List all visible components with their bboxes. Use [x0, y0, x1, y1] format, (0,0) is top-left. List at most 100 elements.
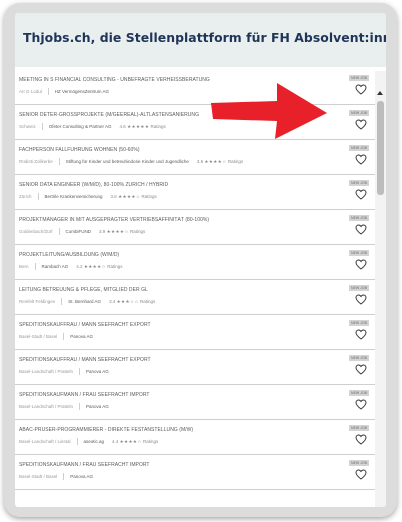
new-job-badge: NEW JOB [349, 285, 369, 291]
separator [37, 193, 39, 200]
job-location: Basel-Stadt / Basel [19, 474, 58, 479]
page-title: Thjobs.ch, die Stellenplattform für FH A… [23, 30, 386, 45]
company-name[interactable]: aseotic.ag [84, 438, 105, 446]
job-title[interactable]: LEITUNG BETREUUNG & PFLEGE, MITGLIED DER… [19, 287, 344, 293]
new-job-badge: NEW JOB [349, 75, 369, 81]
job-meta: Zürich Bertrile Krankenversicherung 3.6 ★★… [19, 193, 349, 201]
separator [63, 473, 65, 480]
job-meta: Basel-Landschaft / Pratteln Panova AG [19, 368, 349, 376]
company-name[interactable]: CombiFUND [66, 228, 92, 236]
separator [34, 263, 36, 270]
favorite-heart-icon[interactable] [355, 259, 367, 270]
job-listing-row[interactable]: LEITUNG BETREUUNG & PFLEGE, MITGLIED DER… [15, 281, 375, 315]
rating-label: Ratings [227, 159, 244, 164]
new-job-badge: NEW JOB [349, 145, 369, 151]
job-meta: Rüdiöti Zolikerbe Stiftung für Kinder und… [19, 158, 349, 166]
job-location: Bern [19, 264, 29, 269]
scroll-up-arrow-icon[interactable] [377, 91, 383, 95]
rating-stars-icon: ★★★★☆ [83, 264, 106, 269]
job-title[interactable]: SENIOR DATA ENGINEER (W/M/D), 80-100% ZÜ… [19, 182, 344, 188]
favorite-heart-icon[interactable] [355, 294, 367, 305]
job-listing-row[interactable]: SPEDITIONSKAUFFRAU / MANN SEEFRACHT EXPO… [15, 316, 375, 350]
new-job-badge: NEW JOB [349, 460, 369, 466]
rating-stars-icon: ★★★★★ [127, 124, 150, 129]
job-listing-row[interactable]: SPEDITIONSKAUFMANN / FRAU SEEFRACHT IMPO… [15, 456, 375, 490]
job-title[interactable]: SPEDITIONSKAUFMANN / FRAU SEEFRACHT IMPO… [19, 392, 344, 398]
job-listing-row[interactable]: FACHPERSON FALLFUHRUNG WOHNEN (50-60%) Rü… [15, 141, 375, 175]
rating-stars-icon: ★★★☆☆ [116, 299, 139, 304]
favorite-heart-icon[interactable] [355, 399, 367, 410]
rating-stars-icon: ★★★★☆ [118, 194, 141, 199]
favorite-heart-icon[interactable] [355, 364, 367, 375]
rating-value: 4.4 [112, 439, 119, 444]
job-title[interactable]: SPEDITIONSKAUFFRAU / MANN SEEFRACHT EXPO… [19, 322, 344, 328]
job-title[interactable]: PROJEKTMANAGER IN MIT AUSGEPRÄGTER VERTR… [19, 217, 344, 223]
favorite-heart-icon[interactable] [355, 119, 367, 130]
company-name[interactable]: Panova AG [86, 368, 109, 376]
favorite-heart-icon[interactable] [355, 84, 367, 95]
separator [47, 88, 49, 95]
favorite-heart-icon[interactable] [355, 434, 367, 445]
job-listing-row[interactable]: SPEDITIONSKAUFFRAU / MANN SEEFRACHT EXPO… [15, 351, 375, 385]
rating-stars-icon: ★★★★☆ [106, 229, 129, 234]
rating-value: 3.9 [99, 229, 106, 234]
job-listing-row[interactable]: PROJEKTLEITUNG/AUSBILDUNG (W/M/D) Bern Ram… [15, 246, 375, 280]
separator [76, 438, 78, 445]
job-meta: Basel-Landschaft / Pratteln Panova AG [19, 403, 349, 411]
browser-viewport: Thjobs.ch, die Stellenplattform für FH A… [15, 13, 386, 507]
separator [58, 158, 60, 165]
company-rating: 4.4 ★★★★☆ Ratings [112, 438, 158, 446]
rating-stars-icon: ★★★★☆ [204, 159, 227, 164]
rating-label: Ratings [150, 124, 166, 129]
job-title[interactable]: FACHPERSON FALLFUHRUNG WOHNEN (50-60%) [19, 147, 344, 153]
favorite-heart-icon[interactable] [355, 224, 367, 235]
job-listing-row[interactable]: ABAC-PRÜSER-PROGRAMMIERER - DIREKTE FEST… [15, 421, 375, 455]
favorite-heart-icon[interactable] [355, 189, 367, 200]
scrollbar[interactable] [375, 71, 386, 507]
separator [79, 403, 81, 410]
company-name[interactable]: Bertrile Krankenversicherung [45, 193, 103, 201]
company-name[interactable]: Rambach AG [42, 263, 69, 271]
rating-value: 4.2 [76, 264, 83, 269]
separator [58, 228, 60, 235]
favorite-heart-icon[interactable] [355, 329, 367, 340]
company-name[interactable]: St. Bernhard AG [68, 298, 101, 306]
favorite-heart-icon[interactable] [355, 154, 367, 165]
job-meta: Basel-Landschaft / Liestal aseotic.ag 4.4 … [19, 438, 349, 446]
job-location: Basel-Landschaft / Pratteln [19, 404, 74, 409]
company-name[interactable]: Panova AG [86, 403, 109, 411]
new-job-badge: NEW JOB [349, 215, 369, 221]
job-listing-row[interactable]: SENIOR DATA ENGINEER (W/M/D), 80-100% ZÜ… [15, 176, 375, 210]
job-title[interactable]: ABAC-PRÜSER-PROGRAMMIERER - DIREKTE FEST… [19, 427, 344, 433]
rating-label: Ratings [107, 264, 123, 269]
job-title[interactable]: SPEDITIONSKAUFFRAU / MANN SEEFRACHT EXPO… [19, 357, 344, 363]
job-title[interactable]: SPEDITIONSKAUFMANN / FRAU SEEFRACHT IMPO… [19, 462, 344, 468]
job-location: Rüdiöti Zolikerbe [19, 159, 53, 164]
rating-label: Ratings [140, 299, 156, 304]
company-name[interactable]: HZ VermögensZentrum AG [55, 88, 109, 96]
rating-stars-icon: ★★★★☆ [119, 439, 142, 444]
job-listing-row[interactable]: SPEDITIONSKAUFMANN / FRAU SEEFRACHT IMPO… [15, 386, 375, 420]
company-name[interactable]: Panova AG [70, 473, 93, 481]
job-location: Reinfelt Feldingen [19, 299, 56, 304]
job-location: Schweiz [19, 124, 36, 129]
rating-value: 3.6 [110, 194, 117, 199]
company-name[interactable]: Panova AG [70, 333, 93, 341]
job-meta: Goldenbach/Zürf CombiFUND 3.9 ★★★★☆ Rating… [19, 228, 349, 236]
new-job-badge: NEW JOB [349, 250, 369, 256]
company-rating: 4.6 ★★★★★ Ratings [120, 123, 166, 131]
job-location: Zürich [19, 194, 32, 199]
favorite-heart-icon[interactable] [355, 469, 367, 480]
company-rating: 3.9 ★★★★☆ Ratings [99, 228, 145, 236]
job-listing-row[interactable]: PROJEKTMANAGER IN MIT AUSGEPRÄGTER VERTR… [15, 211, 375, 245]
scrollbar-thumb[interactable] [377, 101, 384, 195]
company-name[interactable]: Stiftung für Kinder und betreuhindorie K… [66, 158, 189, 166]
site-header: Thjobs.ch, die Stellenplattform für FH A… [15, 13, 386, 67]
job-title[interactable]: PROJEKTLEITUNG/AUSBILDUNG (W/M/D) [19, 252, 344, 258]
job-meta: Basel-Stadt / Basel Panova AG [19, 333, 349, 341]
rating-label: Ratings [143, 439, 159, 444]
company-rating: 3.4 ★★★☆☆ Ratings [109, 298, 155, 306]
new-job-badge: NEW JOB [349, 390, 369, 396]
company-name[interactable]: Ofeter Consulting & Partner AG [49, 123, 112, 131]
rating-value: 3.4 [109, 299, 116, 304]
